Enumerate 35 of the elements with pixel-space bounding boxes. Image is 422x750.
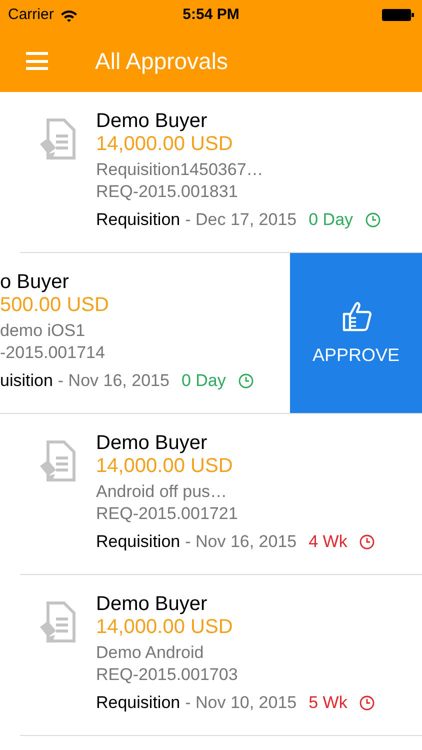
wifi-icon: [60, 8, 78, 22]
request-date: - Nov 10, 2015: [185, 692, 297, 714]
description: demo iOS1: [0, 320, 86, 342]
request-type: Requisition: [96, 692, 180, 714]
amount: 14,000.00 USD: [96, 132, 234, 156]
description: Requisition1450367…: [96, 159, 264, 181]
request-number: REQ-2015.001721: [96, 503, 239, 525]
request-type: uisition: [0, 370, 53, 392]
buyer-name: o Buyer: [0, 271, 70, 293]
age-label: 5 Wk: [308, 692, 348, 714]
description: Demo Android: [96, 642, 205, 664]
request-type: Requisition: [96, 209, 180, 231]
screen-title: All Approvals: [95, 46, 228, 76]
request-number: REQ-2015.001831: [96, 181, 239, 203]
carrier-label: Carrier: [8, 4, 54, 25]
request-date: - Dec 17, 2015: [185, 209, 297, 231]
request-number: -2015.001714: [0, 342, 106, 364]
buyer-name: Demo Buyer: [96, 432, 208, 454]
age-label: 4 Wk: [308, 531, 348, 553]
amount: 14,000.00 USD: [96, 615, 234, 639]
request-type: Requisition: [96, 531, 180, 553]
amount: 500.00 USD: [0, 293, 110, 317]
approve-button[interactable]: APPROVE: [290, 253, 422, 413]
age-label: 0 Day: [181, 370, 226, 392]
request-date: - Nov 16, 2015: [58, 370, 170, 392]
request-number: REQ-2015.001703: [96, 664, 239, 686]
status-time: 5:54 PM: [182, 4, 240, 25]
description: Android off pus…: [96, 481, 228, 503]
buyer-name: Demo Buyer: [96, 593, 208, 615]
amount: 14,000.00 USD: [96, 454, 234, 478]
buyer-name: Demo Buyer: [96, 110, 208, 132]
age-label: 0 Day: [308, 209, 354, 231]
battery-icon: [382, 9, 414, 21]
menu-button[interactable]: [26, 52, 48, 70]
request-date: - Nov 16, 2015: [185, 531, 297, 553]
